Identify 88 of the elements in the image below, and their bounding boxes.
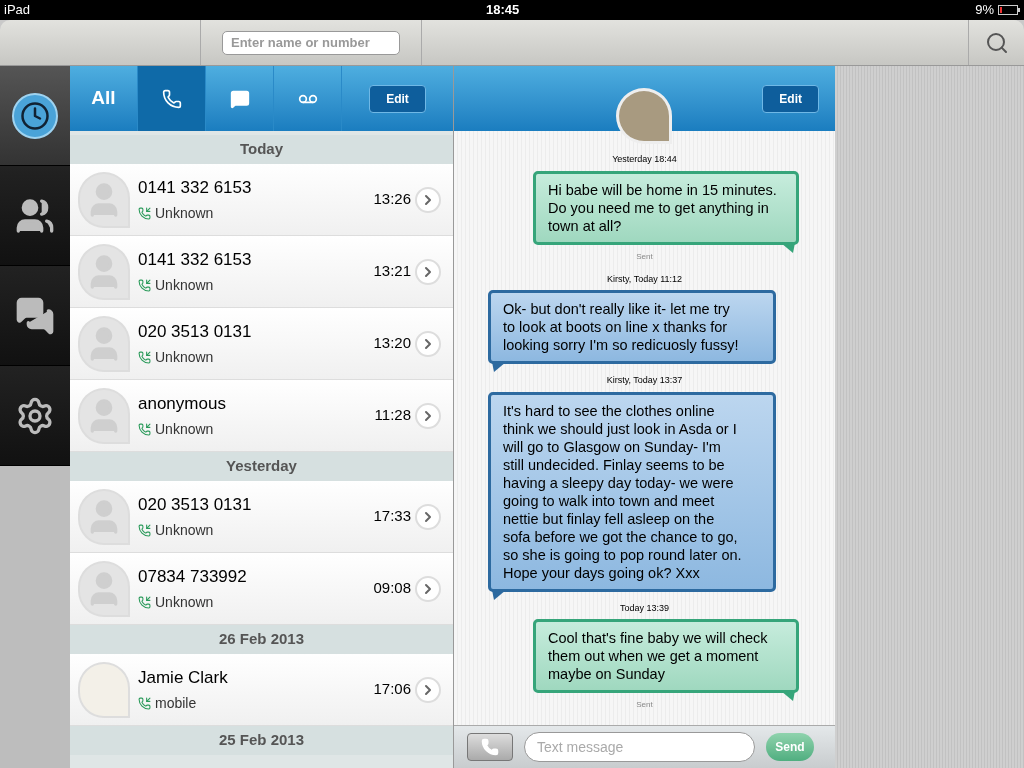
- gear-icon: [15, 395, 55, 436]
- caller-name: anonymous: [138, 393, 227, 416]
- call-time: 11:28: [374, 405, 411, 426]
- sidebar-tab[interactable]: [0, 66, 70, 166]
- clock-time: 18:45: [486, 1, 520, 20]
- call-icon: [138, 350, 151, 364]
- detail-button[interactable]: [415, 676, 441, 703]
- avatar-placeholder: [78, 560, 130, 617]
- call-row[interactable]: 0141 332 6153 Unknown 13:26: [70, 164, 453, 236]
- filter-tab[interactable]: [138, 66, 206, 131]
- sidebar-tab[interactable]: [0, 366, 70, 466]
- section-header: 26 Feb 2013: [70, 625, 453, 654]
- call-time: 09:08: [373, 578, 411, 599]
- message-timestamp: Kirsty, Today 11:12: [606, 272, 682, 286]
- call-row[interactable]: 020 3513 0131 Unknown 17:33: [70, 481, 453, 553]
- caller-name: 020 3513 0131: [138, 494, 253, 517]
- avatar-placeholder: [78, 171, 130, 228]
- call-row[interactable]: Jamie Clark mobile 17:06: [70, 654, 453, 726]
- call-icon: [138, 206, 151, 220]
- call-icon: [138, 595, 151, 609]
- detail-button[interactable]: [415, 186, 441, 213]
- section-header: Yesterday: [70, 452, 453, 481]
- search-icon: [984, 30, 1009, 55]
- detail-button[interactable]: [415, 402, 441, 429]
- detail-button[interactable]: [415, 258, 441, 285]
- phone-icon: [161, 88, 182, 109]
- sent-status: Sent: [636, 250, 653, 263]
- battery-percent: 9%: [975, 1, 994, 20]
- call-row[interactable]: 0141 332 6153 Unknown 13:21: [70, 236, 453, 308]
- battery-icon: [998, 5, 1020, 15]
- message-timestamp: Yesterday 18:44: [612, 153, 677, 166]
- section-header: Today: [70, 135, 453, 164]
- call-row[interactable]: 020 3513 0131 Unknown 13:20: [70, 308, 453, 380]
- bubble-tail: [781, 242, 795, 253]
- sent-bubble: Cool that's fine baby we will check them out when we get a moment maybe on Sunday: [533, 619, 799, 693]
- avatar-placeholder: [78, 387, 130, 444]
- avatar-placeholder: [78, 243, 130, 300]
- photo-placeholder: [78, 661, 130, 718]
- call-row[interactable]: anonymous Unknown 11:28: [70, 380, 453, 452]
- call-type: Unknown: [155, 592, 214, 612]
- clock-icon: [12, 92, 58, 139]
- call-time: 13:21: [373, 261, 411, 282]
- caller-name: Jamie Clark: [138, 667, 229, 690]
- call-icon: [138, 696, 151, 710]
- detail-button[interactable]: [415, 330, 441, 357]
- call-type: Unknown: [155, 275, 214, 295]
- sent-status: Sent: [636, 699, 653, 711]
- detail-button[interactable]: [415, 575, 441, 602]
- call-icon: [138, 422, 151, 436]
- call-type: Unknown: [155, 419, 214, 439]
- bubble-tail: [492, 589, 506, 600]
- call-type: Unknown: [155, 520, 214, 540]
- caller-name: 020 3513 0131: [138, 321, 253, 344]
- message-field[interactable]: Text message: [524, 732, 755, 762]
- caller-name: 0141 332 6153: [138, 249, 253, 272]
- call-time: 13:26: [373, 189, 411, 210]
- received-bubble: It's hard to see the clothes online think we should just look in Asda or I will go to Glasgow on Sunday- I'm still undecided. Finlay seems to be having a sleepy day today- we were going to walk into town and meet nettie but finlay fell asleep on the sofa before we got the chance to go, so she is going to pop round later on. Hope your days going ok? Xxx: [488, 391, 776, 592]
- edit-button[interactable]: Edit: [369, 84, 426, 113]
- bubble-tail: [492, 362, 506, 372]
- call-time: 17:06: [373, 679, 411, 700]
- call-row[interactable]: 07834 733992 Unknown 09:08: [70, 553, 453, 625]
- speech-bubbles-icon: [15, 295, 55, 336]
- message-timestamp: Today 13:39: [619, 601, 669, 615]
- caller-name: 0141 332 6153: [138, 177, 253, 200]
- call-time: 13:20: [373, 333, 411, 354]
- sidebar-tab[interactable]: [0, 266, 70, 366]
- call-type: Unknown: [155, 203, 214, 223]
- speech-bubble-icon: [229, 88, 250, 109]
- call-icon: [138, 523, 151, 537]
- section-header: 25 Feb 2013: [70, 726, 453, 755]
- device-name: iPad: [4, 1, 31, 20]
- call-type: Unknown: [155, 347, 214, 367]
- search-field[interactable]: Enter name or number: [222, 30, 400, 55]
- bubble-tail: [781, 691, 795, 701]
- detail-button[interactable]: [415, 503, 441, 530]
- message-timestamp: Kirsty, Today 13:37: [606, 374, 683, 387]
- sent-bubble: Hi babe will be home in 15 minutes. Do you need me to get anything in town at all?: [533, 170, 799, 245]
- received-bubble: Ok- but don't really like it- let me try to look at boots on line x thanks for looking sorry I'm so redicuosly fussy!: [488, 290, 776, 364]
- sidebar-tab[interactable]: [0, 166, 70, 266]
- edit-button[interactable]: Edit: [762, 84, 819, 113]
- call-icon: [138, 278, 151, 292]
- call-time: 17:33: [373, 506, 411, 527]
- caller-name: 07834 733992: [138, 566, 248, 589]
- avatar-placeholder: [78, 488, 130, 545]
- call-button[interactable]: [467, 733, 513, 761]
- call-type: mobile: [155, 693, 197, 713]
- phone-icon: [481, 738, 499, 756]
- avatar-placeholder: [78, 315, 130, 372]
